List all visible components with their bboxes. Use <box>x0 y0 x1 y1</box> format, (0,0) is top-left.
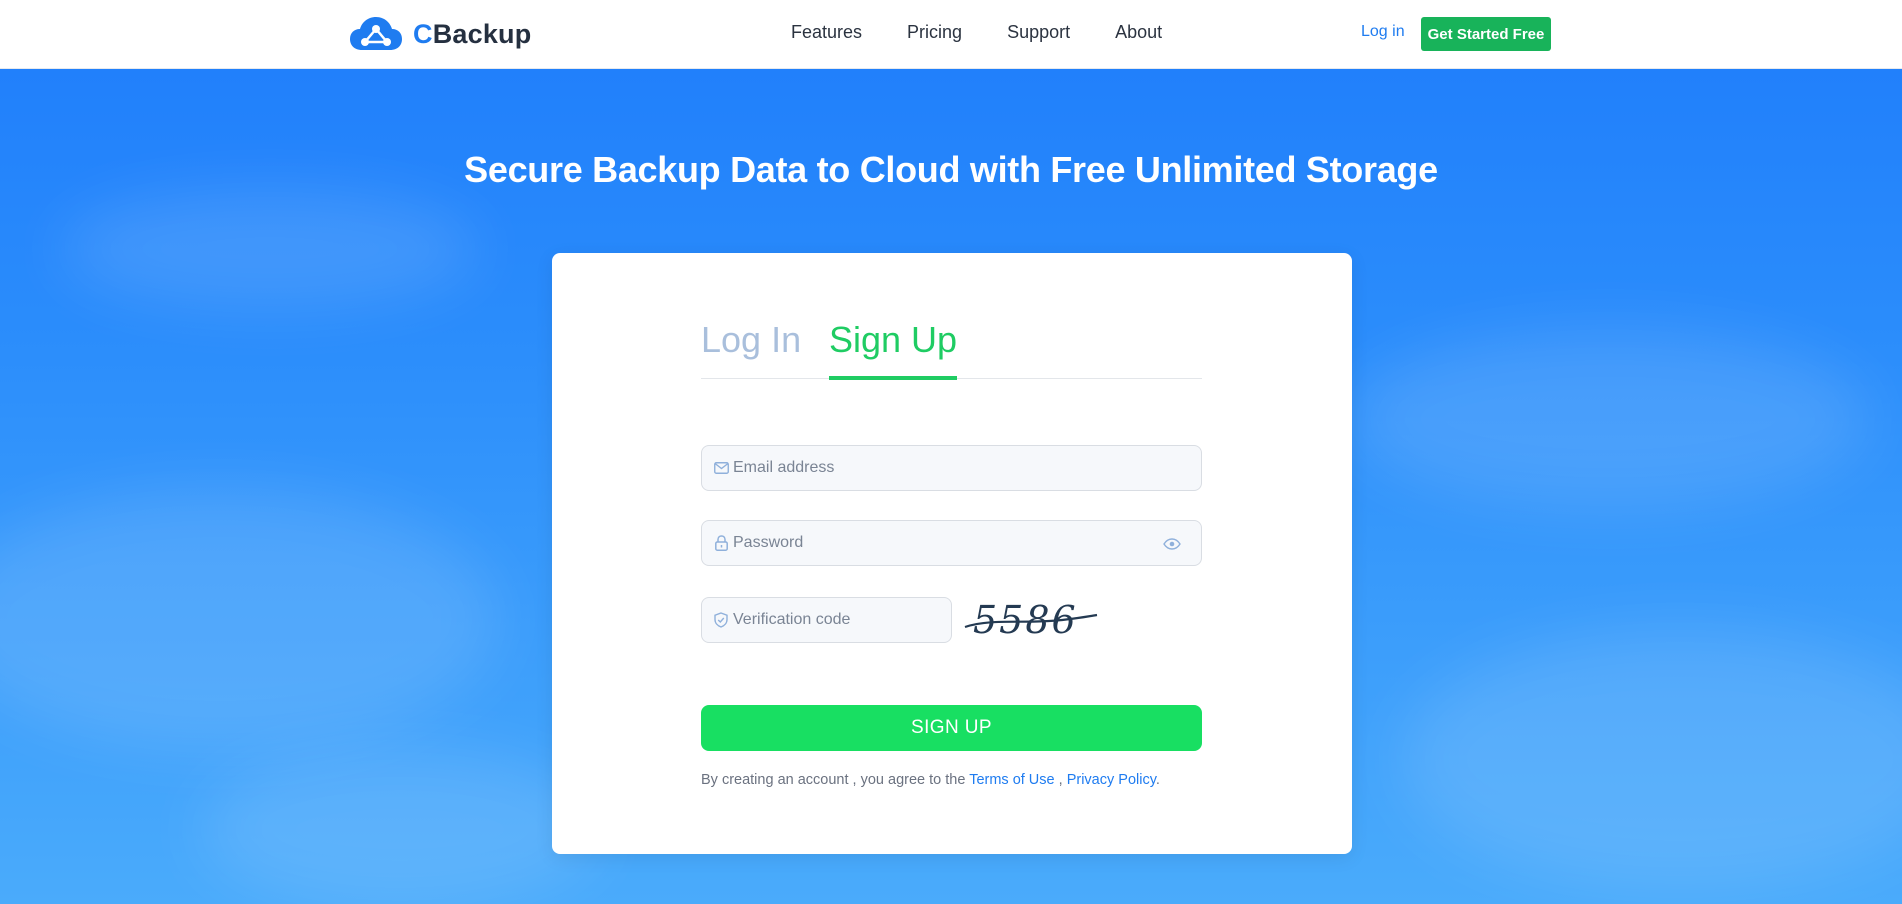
lock-icon <box>713 535 729 551</box>
captcha-image[interactable]: 5586 <box>959 597 1109 645</box>
logo[interactable]: CBackup <box>350 17 531 51</box>
terms-of-use-link[interactable]: Terms of Use <box>969 772 1054 788</box>
background-cloud <box>1400 629 1902 889</box>
background-cloud <box>1350 329 1870 509</box>
password-input[interactable] <box>729 521 1163 565</box>
logo-letter-c: C <box>413 18 433 49</box>
auth-tabs: Log In Sign Up <box>701 315 1202 380</box>
cloud-share-icon <box>350 17 402 51</box>
tab-signup[interactable]: Sign Up <box>829 315 958 380</box>
site-header: CBackup Features Pricing Support About L… <box>0 0 1902 69</box>
hero-title: Secure Backup Data to Cloud with Free Un… <box>464 149 1438 190</box>
nav-support[interactable]: Support <box>1007 21 1070 43</box>
signup-button[interactable]: SIGN UP <box>701 705 1202 751</box>
verification-field <box>701 597 952 643</box>
signup-card: Log In Sign Up Email address Verificatio… <box>552 253 1352 854</box>
verification-input[interactable] <box>729 598 951 642</box>
eye-icon[interactable] <box>1163 537 1181 550</box>
main-nav: Features Pricing Support About <box>791 21 1207 43</box>
mail-icon <box>713 460 729 476</box>
terms-prefix: By creating an account , you agree to th… <box>701 772 966 788</box>
logo-word: Backup <box>432 18 532 49</box>
email-field <box>701 445 1202 491</box>
password-field <box>701 520 1202 566</box>
logo-text: CBackup <box>413 19 531 50</box>
nav-about[interactable]: About <box>1115 21 1162 43</box>
email-input[interactable] <box>729 446 1201 490</box>
background-cloud <box>0 489 500 749</box>
terms-suffix: . <box>1155 772 1160 788</box>
nav-pricing[interactable]: Pricing <box>907 21 962 43</box>
terms-notice: By creating an account , you agree to th… <box>701 772 1160 788</box>
shield-icon <box>713 612 729 628</box>
nav-features[interactable]: Features <box>791 21 862 43</box>
privacy-policy-link[interactable]: Privacy Policy <box>1067 772 1156 788</box>
tab-login[interactable]: Log In <box>701 315 801 379</box>
header-login-link[interactable]: Log in <box>1361 23 1405 41</box>
background-cloud <box>200 749 600 904</box>
background-cloud <box>60 189 480 309</box>
get-started-button[interactable]: Get Started Free <box>1421 17 1551 51</box>
terms-separator: , <box>1058 772 1063 788</box>
